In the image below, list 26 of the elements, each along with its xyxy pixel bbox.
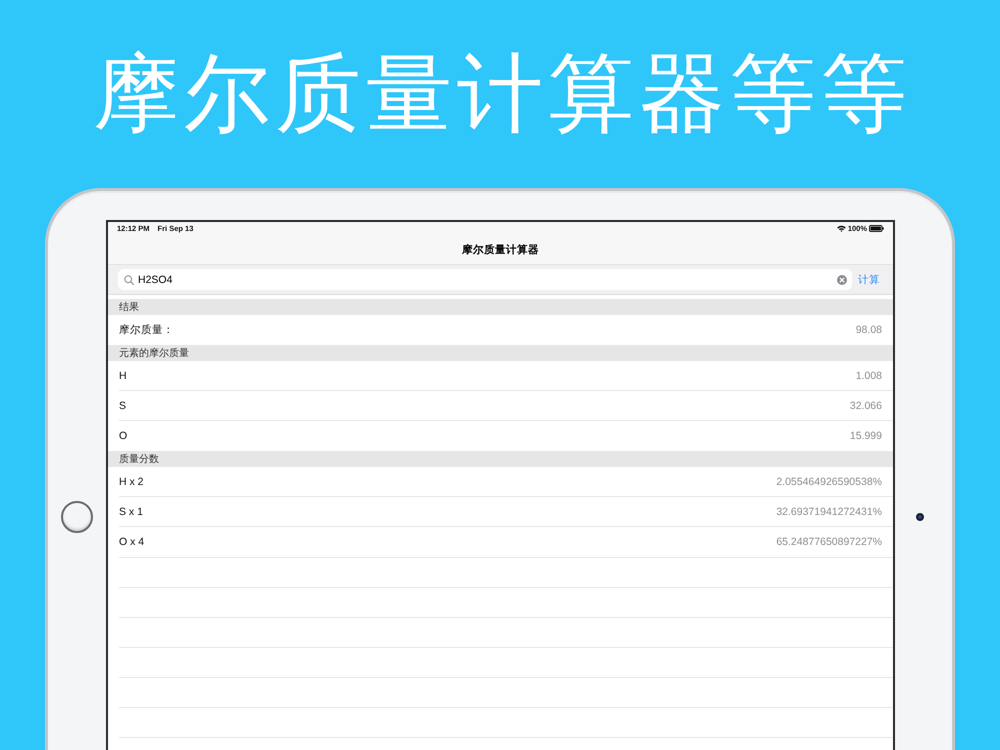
row-value: 32.69371941272431%	[776, 506, 882, 518]
camera-lens-icon	[916, 513, 924, 521]
row-value: 32.066	[850, 400, 882, 412]
row-label: S	[119, 400, 126, 412]
home-button[interactable]	[61, 501, 93, 533]
row-label: S x 1	[119, 506, 143, 518]
section-header: 质量分数	[108, 451, 893, 467]
search-field[interactable]: H2SO4	[118, 269, 852, 290]
clear-icon[interactable]	[837, 274, 847, 284]
section-header: 元素的摩尔质量	[108, 345, 893, 361]
row-value: 2.055464926590538%	[776, 476, 882, 488]
nav-title: 摩尔质量计算器	[462, 242, 539, 256]
battery-icon	[869, 225, 884, 232]
wifi-icon	[836, 225, 846, 232]
row-label: O	[119, 430, 128, 442]
row-value: 98.08	[856, 324, 882, 336]
section-header: 结果	[108, 299, 893, 315]
search-icon	[124, 274, 134, 284]
row-label: O x 4	[119, 536, 144, 548]
row-label: 摩尔质量：	[119, 323, 174, 337]
row-value: 65.24877650897227%	[776, 536, 882, 548]
row-value: 1.008	[856, 370, 882, 382]
row-value: 15.999	[850, 430, 882, 442]
headline: 摩尔质量计算器等等	[92, 46, 912, 142]
row-label: H x 2	[119, 476, 144, 488]
row-label: H	[119, 370, 127, 382]
